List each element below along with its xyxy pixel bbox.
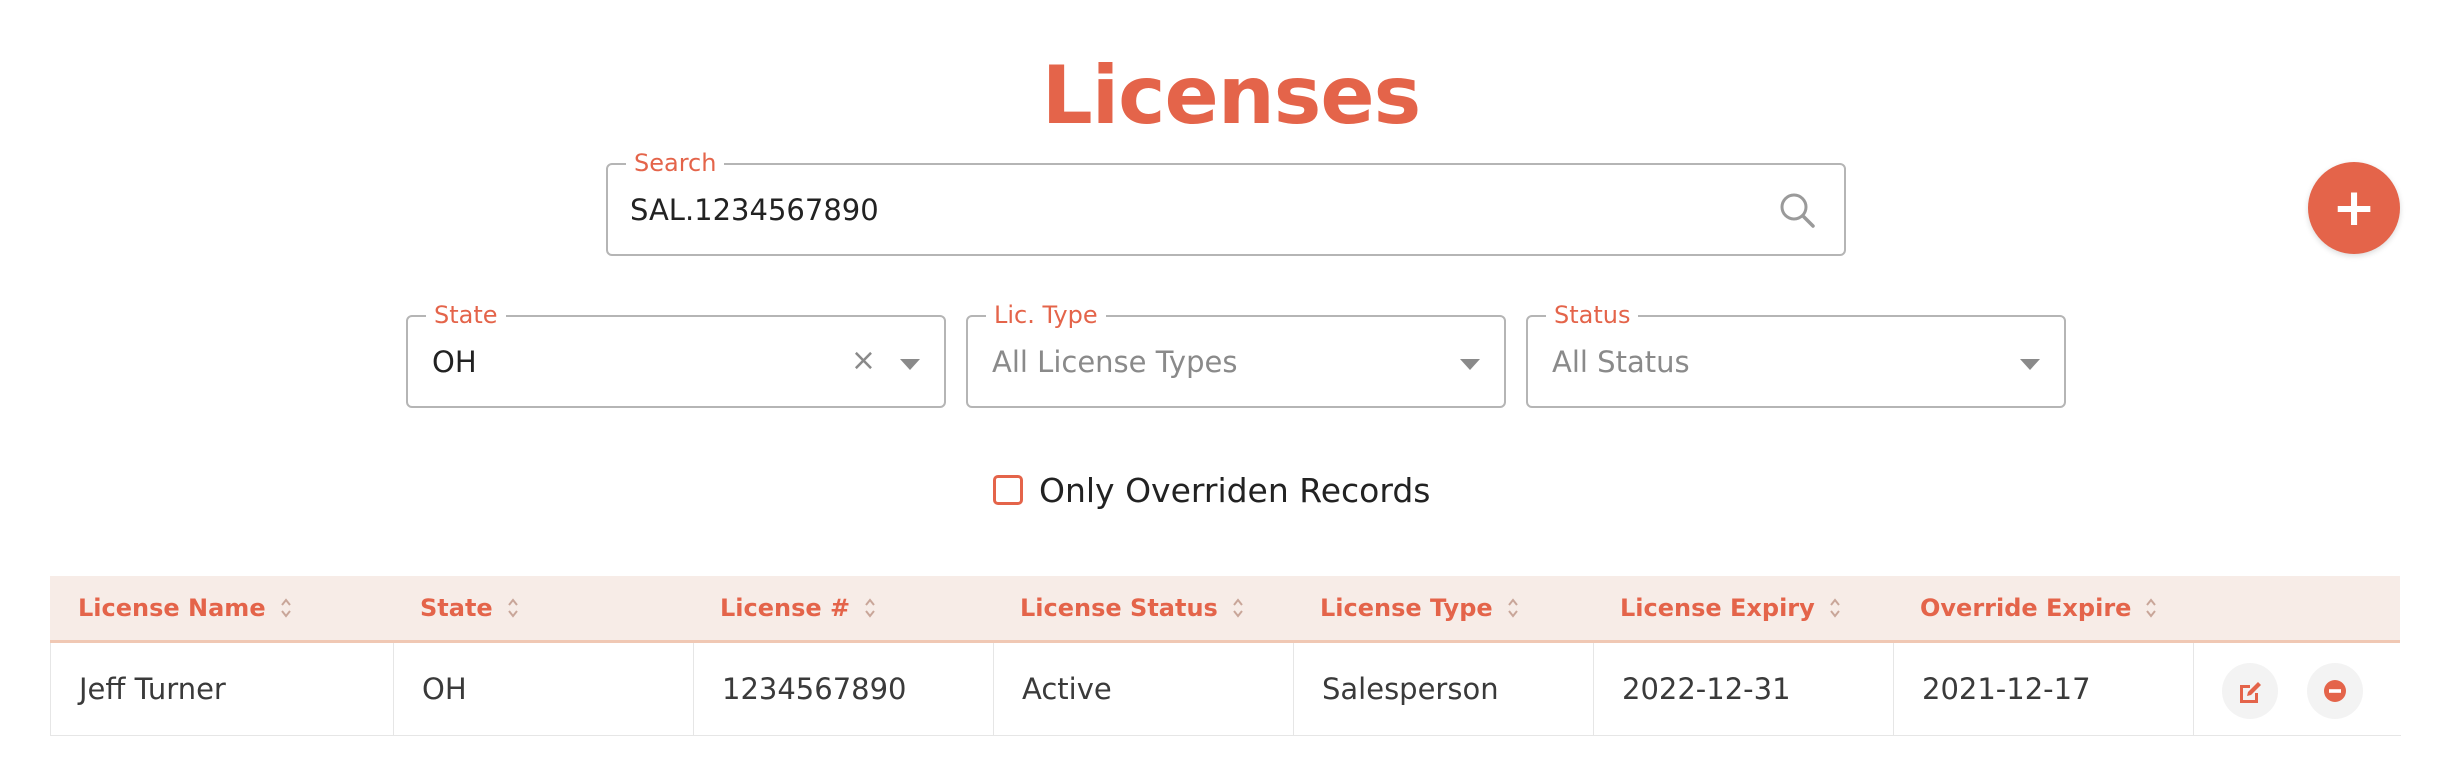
sort-icon[interactable] — [280, 597, 292, 619]
license-type-select[interactable]: Lic. Type All License Types — [966, 300, 1506, 408]
search-field[interactable]: Search — [606, 148, 1846, 256]
cell-license-name: Jeff Turner — [51, 643, 394, 735]
column-header-license-expiry[interactable]: License Expiry — [1620, 576, 1841, 640]
column-label: State — [420, 594, 493, 622]
column-header-state[interactable]: State — [420, 576, 519, 640]
sort-icon[interactable] — [1829, 597, 1841, 619]
state-select[interactable]: State OH × — [406, 300, 946, 408]
column-header-license-status[interactable]: License Status — [1020, 576, 1244, 640]
clear-icon[interactable]: × — [851, 343, 876, 379]
override-checkbox-label[interactable]: Only Overriden Records — [1039, 471, 1430, 510]
status-select[interactable]: Status All Status — [1526, 300, 2066, 408]
column-label: License Type — [1320, 594, 1493, 622]
add-license-button[interactable]: + — [2308, 162, 2400, 254]
state-value: OH — [432, 344, 477, 379]
cell-license-expiry: 2022-12-31 — [1594, 643, 1894, 735]
sort-icon[interactable] — [1507, 597, 1519, 619]
page-title: Licenses — [1041, 49, 1422, 142]
column-header-override-expire[interactable]: Override Expire — [1920, 576, 2157, 640]
cell-license-status: Active — [994, 643, 1294, 735]
sort-icon[interactable] — [507, 597, 519, 619]
table-header: License Name State License # License Sta… — [50, 576, 2400, 643]
column-label: License Name — [78, 594, 266, 622]
column-header-license-name[interactable]: License Name — [78, 576, 292, 640]
cell-override-expire: 2021-12-17 — [1894, 643, 2194, 735]
sort-icon[interactable] — [2145, 597, 2157, 619]
override-checkbox[interactable] — [993, 475, 1023, 505]
cell-license-type: Salesperson — [1294, 643, 1594, 735]
sort-icon[interactable] — [864, 597, 876, 619]
search-icon[interactable] — [1778, 191, 1816, 234]
table-row: Jeff Turner OH 1234567890 Active Salespe… — [50, 643, 2401, 736]
column-label: License Status — [1020, 594, 1218, 622]
chevron-down-icon[interactable] — [2020, 359, 2040, 370]
status-value: All Status — [1552, 344, 1690, 379]
chevron-down-icon[interactable] — [900, 359, 920, 370]
column-label: Override Expire — [1920, 594, 2132, 622]
column-label: License Expiry — [1620, 594, 1815, 622]
chevron-down-icon[interactable] — [1460, 359, 1480, 370]
column-header-license-number[interactable]: License # — [720, 576, 876, 640]
sort-icon[interactable] — [1232, 597, 1244, 619]
edit-button[interactable] — [2222, 663, 2278, 719]
license-type-value: All License Types — [992, 344, 1238, 379]
column-header-license-type[interactable]: License Type — [1320, 576, 1519, 640]
override-filter[interactable]: Only Overriden Records — [993, 470, 1430, 510]
remove-button[interactable] — [2307, 663, 2363, 719]
minus-circle-icon — [2324, 680, 2346, 702]
cell-license-number: 1234567890 — [694, 643, 994, 735]
cell-state: OH — [394, 643, 694, 735]
column-label: License # — [720, 594, 851, 622]
edit-icon — [2240, 682, 2261, 703]
search-input[interactable] — [630, 165, 1750, 254]
